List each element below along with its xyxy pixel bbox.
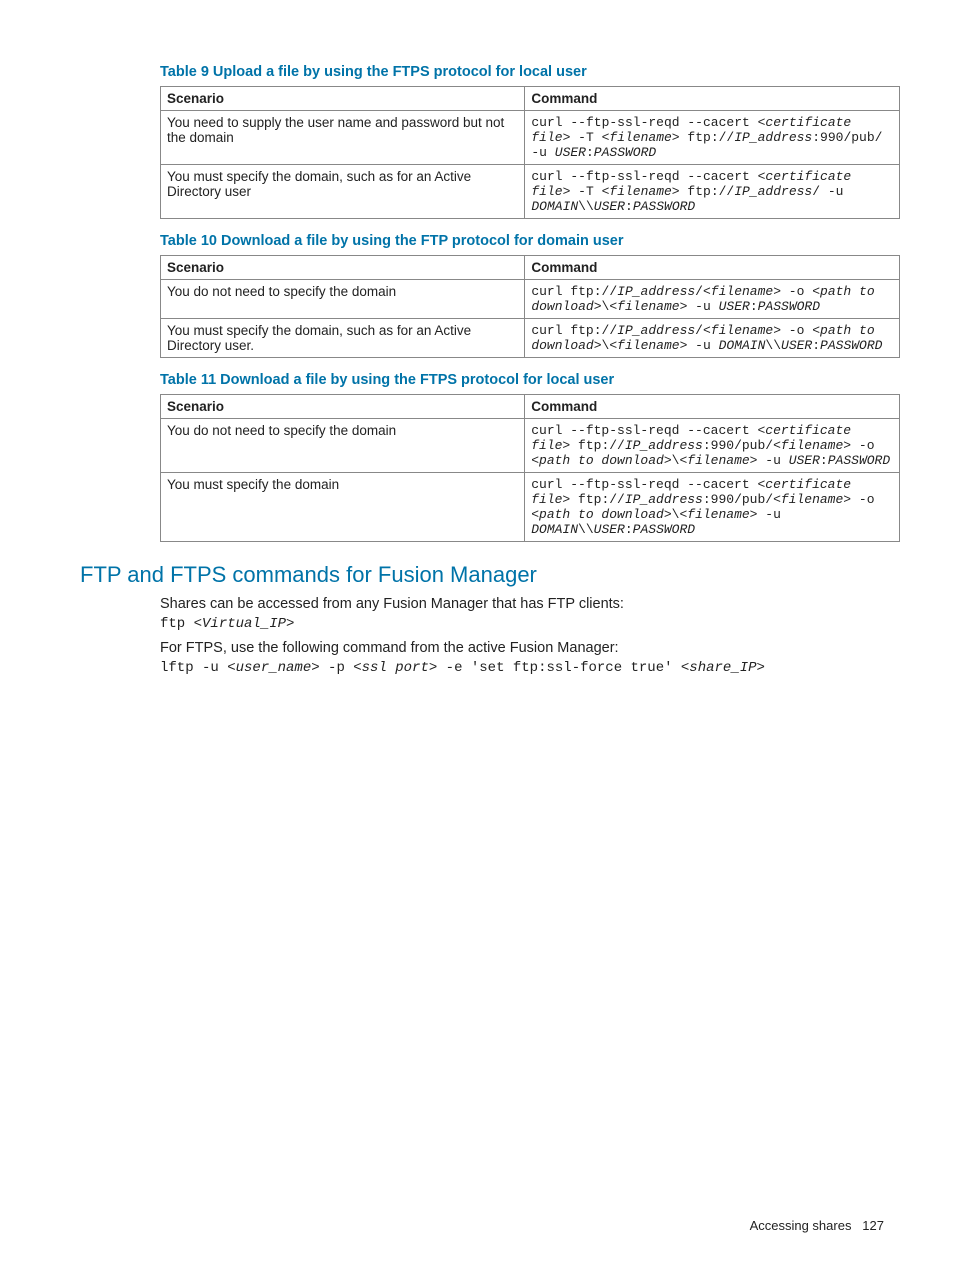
body-p1: Shares can be accessed from any Fusion M… <box>160 596 884 612</box>
command-cell: curl --ftp-ssl-reqd --cacert <certificat… <box>525 473 900 542</box>
scenario-cell: You must specify the domain <box>161 473 525 542</box>
command-cell: curl --ftp-ssl-reqd --cacert <certificat… <box>525 111 900 165</box>
table-row: You must specify the domain, such as for… <box>161 165 900 219</box>
code-lftp: lftp -u <user_name> -p <ssl port> -e 'se… <box>160 660 884 676</box>
table-row: You must specify the domain curl --ftp-s… <box>161 473 900 542</box>
col-scenario: Scenario <box>161 395 525 419</box>
table-10: Scenario Command You do not need to spec… <box>160 255 900 358</box>
table-11: Scenario Command You do not need to spec… <box>160 394 900 542</box>
table-9: Scenario Command You need to supply the … <box>160 86 900 219</box>
table-row: You do not need to specify the domain cu… <box>161 280 900 319</box>
col-command: Command <box>525 256 900 280</box>
body-p2: For FTPS, use the following command from… <box>160 640 884 656</box>
scenario-cell: You must specify the domain, such as for… <box>161 319 525 358</box>
command-cell: curl ftp://IP_address/<filename> -o <pat… <box>525 319 900 358</box>
code-ftp: ftp <Virtual_IP> <box>160 616 884 632</box>
scenario-cell: You do not need to specify the domain <box>161 280 525 319</box>
command-cell: curl --ftp-ssl-reqd --cacert <certificat… <box>525 165 900 219</box>
table-row: You need to supply the user name and pas… <box>161 111 900 165</box>
scenario-cell: You do not need to specify the domain <box>161 419 525 473</box>
table-10-title: Table 10 Download a file by using the FT… <box>160 233 884 249</box>
col-scenario: Scenario <box>161 87 525 111</box>
command-cell: curl ftp://IP_address/<filename> -o <pat… <box>525 280 900 319</box>
col-command: Command <box>525 87 900 111</box>
page-number: 127 <box>862 1218 884 1233</box>
section-heading: FTP and FTPS commands for Fusion Manager <box>80 562 884 588</box>
scenario-cell: You need to supply the user name and pas… <box>161 111 525 165</box>
command-cell: curl --ftp-ssl-reqd --cacert <certificat… <box>525 419 900 473</box>
table-9-title: Table 9 Upload a file by using the FTPS … <box>160 64 884 80</box>
table-row: You do not need to specify the domain cu… <box>161 419 900 473</box>
col-scenario: Scenario <box>161 256 525 280</box>
footer-section: Accessing shares <box>750 1218 852 1233</box>
scenario-cell: You must specify the domain, such as for… <box>161 165 525 219</box>
page-footer: Accessing shares 127 <box>750 1218 884 1233</box>
table-11-title: Table 11 Download a file by using the FT… <box>160 372 884 388</box>
col-command: Command <box>525 395 900 419</box>
table-row: You must specify the domain, such as for… <box>161 319 900 358</box>
